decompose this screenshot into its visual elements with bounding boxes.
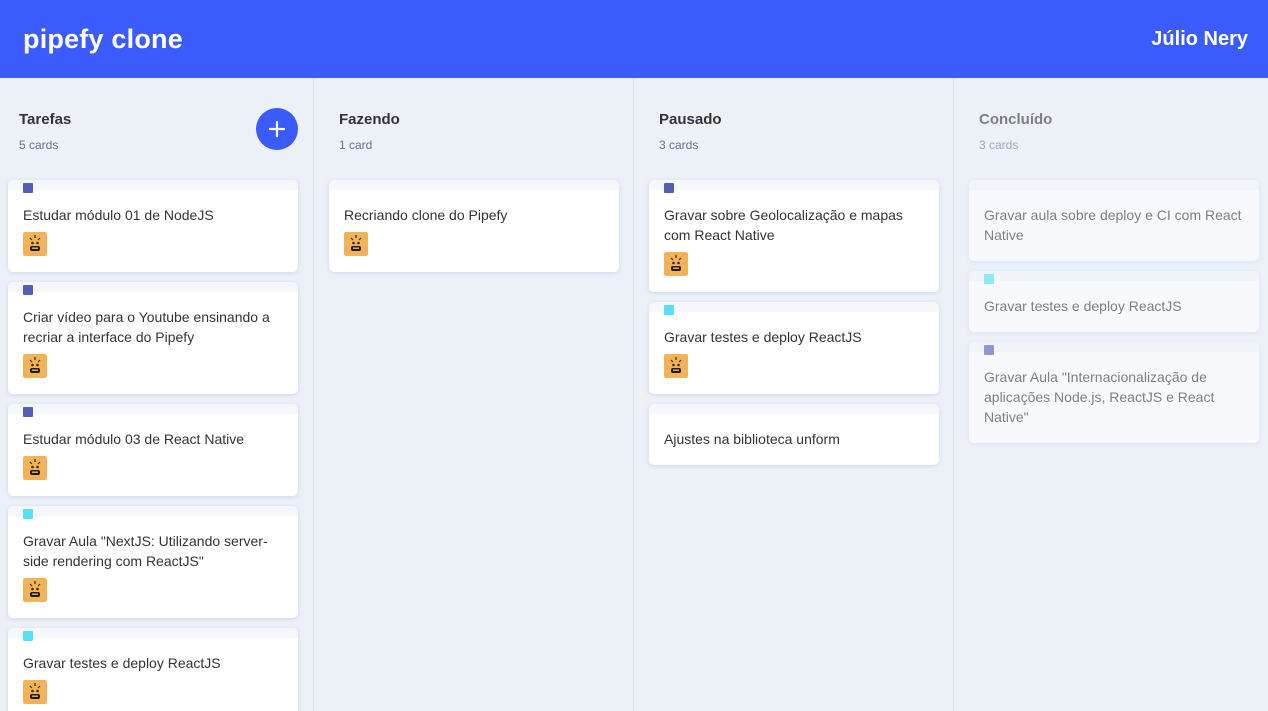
list-title: Concluído [979, 111, 1053, 128]
card-text: Gravar sobre Geolocalização e mapas com … [664, 207, 903, 243]
list-pausado: Pausado 3 cards Gravar sobre Geolocaliza… [633, 78, 953, 711]
list-count: 3 cards [659, 138, 699, 152]
task-card[interactable]: Gravar sobre Geolocalização e mapas com … [649, 180, 939, 292]
avatar-icon [664, 354, 688, 378]
card-text: Gravar Aula "NextJS: Utilizando server-s… [23, 533, 268, 569]
list-title: Tarefas [19, 111, 72, 128]
card-label [23, 509, 33, 519]
card-text: Estudar módulo 03 de React Native [23, 431, 245, 447]
card-list: Recriando clone do Pipefy [329, 180, 619, 282]
card-label [664, 183, 674, 193]
task-card[interactable]: Estudar módulo 01 de NodeJS [8, 180, 298, 272]
card-list: Estudar módulo 01 de NodeJS Criar vídeo p… [8, 180, 298, 711]
card-label [984, 345, 994, 355]
list-header: Concluído 3 cards [979, 111, 1052, 152]
card-list: Gravar aula sobre deploy e CI com React … [969, 180, 1259, 453]
card-label [23, 183, 33, 193]
task-card[interactable]: Gravar testes e deploy ReactJS [8, 628, 298, 711]
plus-icon [268, 120, 286, 138]
avatar-icon [23, 232, 47, 256]
card-text: Gravar testes e deploy ReactJS [23, 655, 221, 671]
avatar-icon [664, 252, 688, 276]
task-card[interactable]: Gravar Aula "Internacionalização de apli… [969, 342, 1259, 443]
task-card[interactable]: Ajustes na biblioteca unform [649, 404, 939, 465]
task-card[interactable]: Estudar módulo 03 de React Native [8, 404, 298, 496]
avatar-icon [344, 232, 368, 256]
list-header: Tarefas 5 cards [19, 111, 71, 152]
card-label [984, 274, 994, 284]
task-card[interactable]: Recriando clone do Pipefy [329, 180, 619, 272]
list-title: Pausado [659, 111, 722, 128]
card-text: Gravar Aula "Internacionalização de apli… [984, 369, 1215, 425]
add-card-button[interactable] [256, 108, 298, 150]
list-title: Fazendo [339, 111, 400, 128]
list-header: Pausado 3 cards [659, 111, 722, 152]
card-text: Recriando clone do Pipefy [344, 207, 508, 223]
kanban-board: Tarefas 5 cards Estudar módulo 01 de Nod… [0, 78, 1268, 711]
card-label [664, 305, 674, 315]
task-card[interactable]: Gravar testes e deploy ReactJS [649, 302, 939, 394]
list-count: 1 card [339, 138, 373, 152]
card-text: Gravar testes e deploy ReactJS [664, 329, 862, 345]
card-label [23, 407, 33, 417]
list-tarefas: Tarefas 5 cards Estudar módulo 01 de Nod… [0, 78, 320, 711]
app-header: pipefy clone Júlio Nery [0, 0, 1268, 78]
list-header: Fazendo 1 card [339, 111, 400, 152]
card-text: Gravar testes e deploy ReactJS [984, 298, 1182, 314]
task-card[interactable]: Criar vídeo para o Youtube ensinando a r… [8, 282, 298, 394]
avatar-icon [23, 456, 47, 480]
card-text: Criar vídeo para o Youtube ensinando a r… [23, 309, 270, 345]
task-card[interactable]: Gravar aula sobre deploy e CI com React … [969, 180, 1259, 261]
user-name[interactable]: Júlio Nery [1151, 28, 1248, 51]
avatar-icon [23, 578, 47, 602]
list-count: 3 cards [979, 138, 1019, 152]
list-fazendo: Fazendo 1 card Recriando clone do Pipefy [313, 78, 633, 711]
task-card[interactable]: Gravar Aula "NextJS: Utilizando server-s… [8, 506, 298, 618]
card-list: Gravar sobre Geolocalização e mapas com … [649, 180, 939, 475]
list-concluido: Concluído 3 cards Gravar aula sobre depl… [953, 78, 1268, 711]
card-text: Gravar aula sobre deploy e CI com React … [984, 207, 1242, 243]
list-count: 5 cards [19, 138, 59, 152]
task-card[interactable]: Gravar testes e deploy ReactJS [969, 271, 1259, 332]
app-title: pipefy clone [23, 23, 183, 54]
card-label [23, 631, 33, 641]
avatar-icon [23, 354, 47, 378]
card-text: Ajustes na biblioteca unform [664, 431, 840, 447]
card-label [23, 285, 33, 295]
avatar-icon [23, 680, 47, 704]
card-text: Estudar módulo 01 de NodeJS [23, 207, 214, 223]
